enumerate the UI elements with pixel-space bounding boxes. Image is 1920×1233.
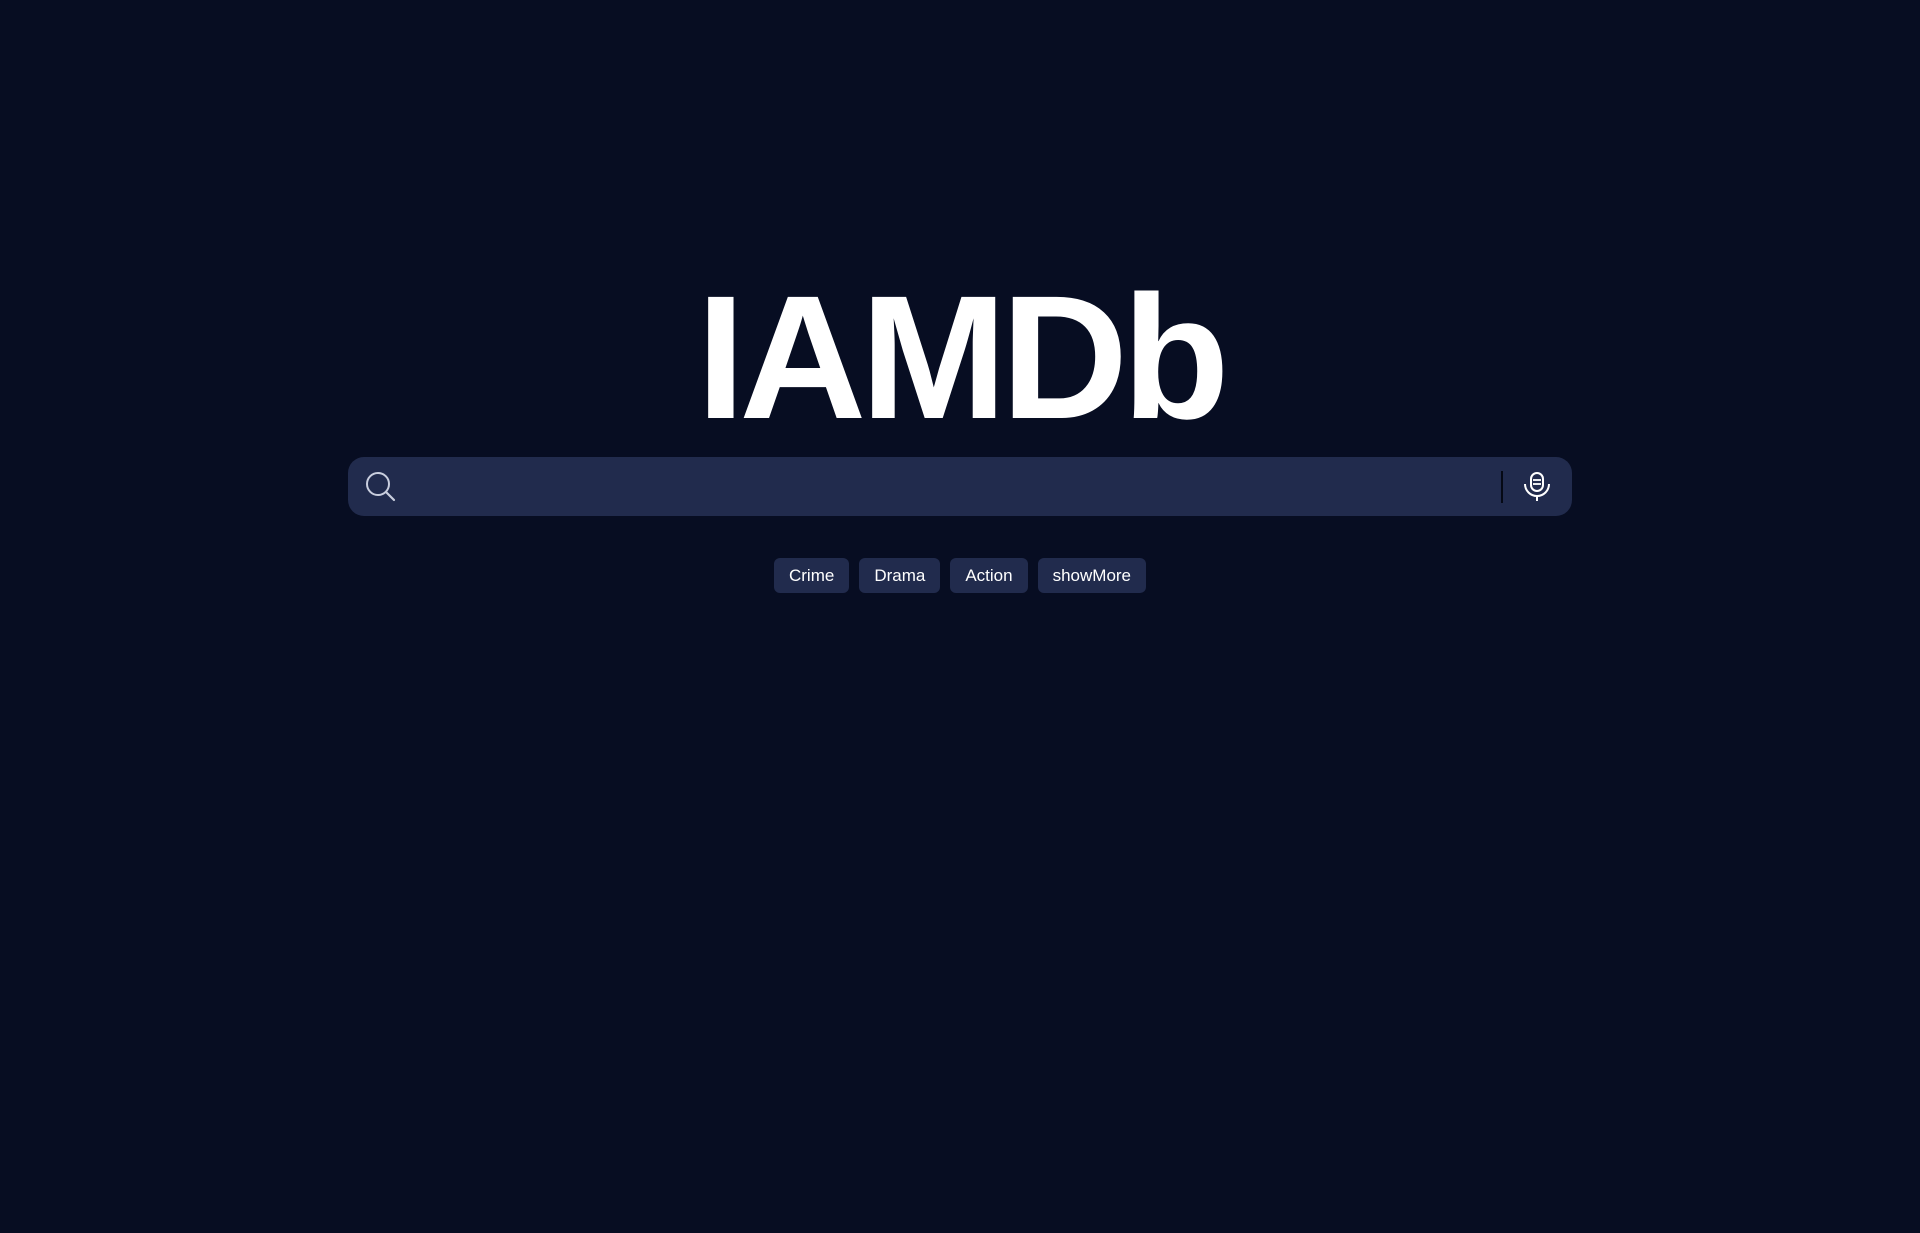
home-page: IAMDb Crime Drama Action showMore — [0, 0, 1920, 1233]
search-bar[interactable] — [348, 457, 1572, 516]
genre-chip-crime[interactable]: Crime — [773, 558, 850, 593]
genre-chip-drama[interactable]: Drama — [859, 558, 941, 593]
search-divider — [1501, 471, 1503, 503]
show-more-button[interactable]: showMore — [1037, 558, 1147, 593]
site-logo[interactable]: IAMDb — [0, 270, 1920, 446]
microphone-icon[interactable] — [1520, 470, 1554, 504]
genre-chip-action[interactable]: Action — [950, 558, 1028, 593]
search-input[interactable] — [412, 457, 1482, 516]
search-icon[interactable] — [364, 470, 398, 504]
genre-chips: Crime Drama Action showMore — [0, 558, 1920, 593]
